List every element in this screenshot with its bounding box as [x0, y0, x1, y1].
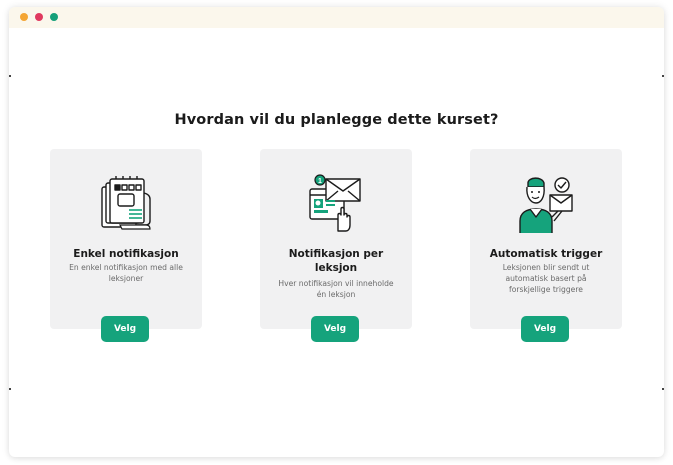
title-bar — [9, 7, 664, 28]
page-title: Hvordan vil du planlegge dette kurset? — [174, 112, 499, 128]
card-description: En enkel notifikasjon med alle leksjoner — [69, 263, 183, 283]
card-title: Automatisk trigger — [489, 248, 603, 260]
edge-marker — [662, 388, 664, 390]
option-card-automatic-trigger: Automatisk trigger Leksjonen blir sendt … — [470, 149, 622, 329]
person-mail-check-icon — [519, 177, 573, 233]
svg-text:1: 1 — [318, 178, 322, 185]
card-title: Notifikasjon per leksjon — [288, 248, 384, 274]
card-title: Enkel notifikasjon — [73, 248, 179, 260]
maximize-window-dot[interactable] — [50, 13, 58, 21]
card-description: Leksjonen blir sendt ut automatisk baser… — [502, 263, 590, 294]
edge-marker — [9, 75, 11, 77]
option-card-single-notification: Enkel notifikasjon En enkel notifikasjon… — [50, 149, 202, 329]
card-description: Hver notifikasjon vil inneholde én leksj… — [278, 279, 394, 299]
close-window-dot[interactable] — [20, 13, 28, 21]
document-stack-icon — [101, 176, 151, 230]
edge-marker — [9, 388, 11, 390]
option-card-per-lesson: 1 Notifikasjon per leksjon Hver notifika… — [260, 149, 412, 329]
select-per-lesson-button[interactable]: Velg — [311, 316, 359, 342]
app-window: Hvordan vil du planlegge dette kurset? E… — [9, 7, 664, 457]
select-automatic-trigger-button[interactable]: Velg — [521, 316, 569, 342]
edge-marker — [662, 75, 664, 77]
envelope-browser-icon: 1 — [309, 174, 361, 232]
minimize-window-dot[interactable] — [35, 13, 43, 21]
select-single-notification-button[interactable]: Velg — [101, 316, 149, 342]
